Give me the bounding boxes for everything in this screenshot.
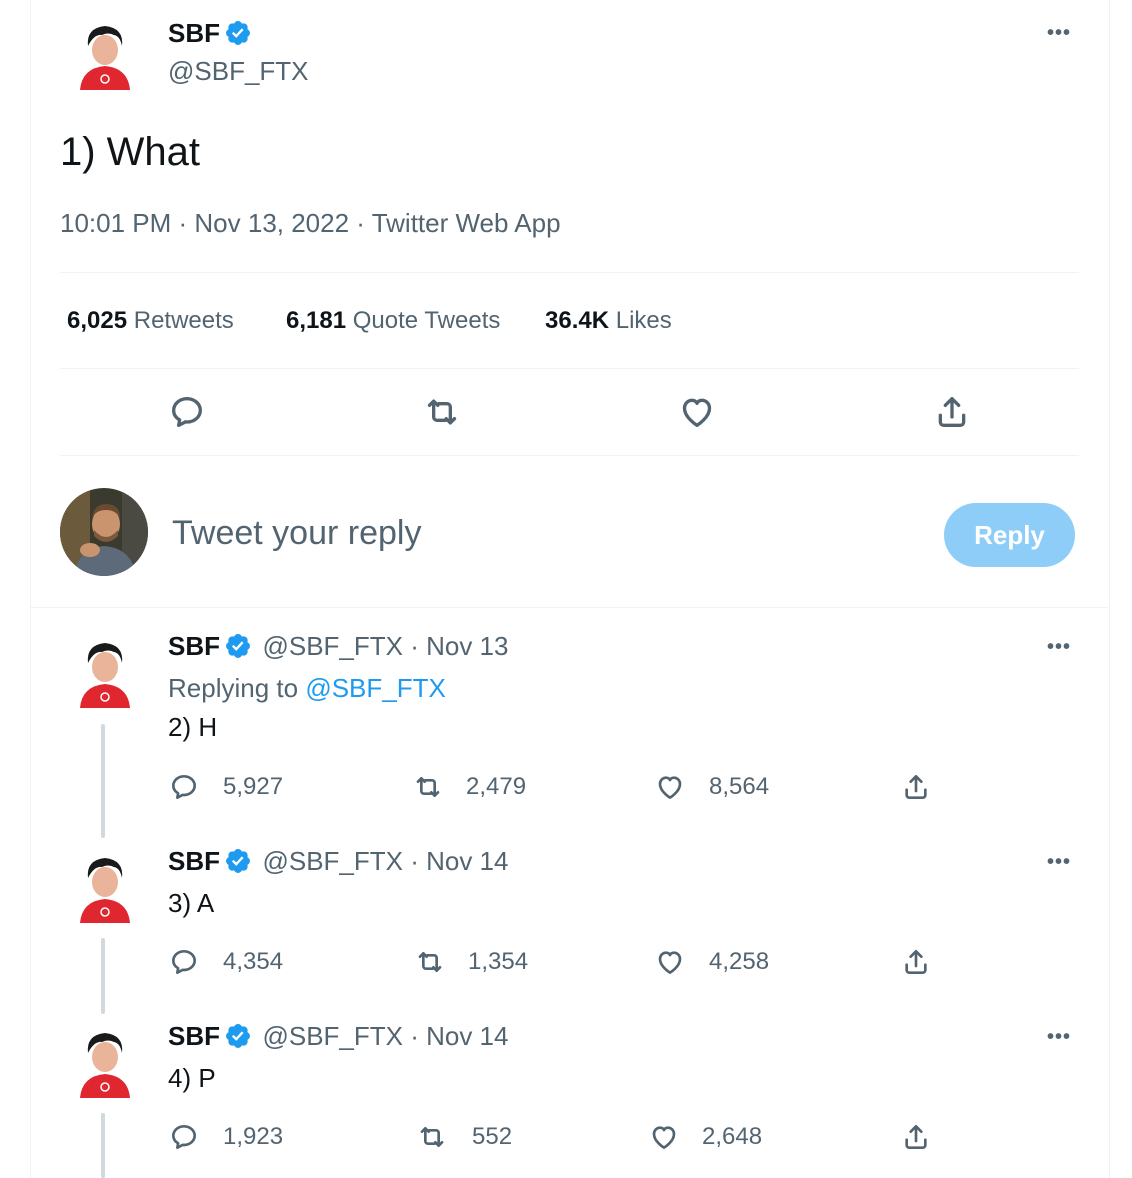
tweet-text: 1) What (60, 130, 201, 174)
divider (60, 455, 1079, 456)
retweet-count: 1,354 (468, 948, 529, 975)
share-icon[interactable] (900, 946, 932, 978)
tweet-thread-panel (30, 0, 1110, 1178)
reply-header: SBF @SBF_FTX · Nov 14 (168, 846, 508, 877)
more-icon[interactable]: ••• (1047, 851, 1071, 874)
reply-input[interactable]: Tweet your reply (172, 514, 421, 553)
like-count: 2,648 (702, 1123, 763, 1150)
likes-stat[interactable]: 36.4K Likes (545, 307, 672, 335)
share-icon[interactable] (900, 771, 932, 803)
verified-badge-icon (226, 1024, 250, 1048)
current-user-avatar[interactable] (60, 488, 148, 576)
like-icon[interactable] (677, 392, 717, 432)
handle-date[interactable]: @SBF_FTX · Nov 14 (262, 1021, 508, 1051)
author-name[interactable]: SBF (168, 1021, 220, 1051)
share-icon[interactable] (932, 392, 972, 432)
reply-icon[interactable] (168, 1121, 200, 1153)
quotes-count: 6,181 (286, 307, 347, 334)
retweet-icon[interactable] (414, 946, 446, 978)
retweets-stat[interactable]: 6,025 Retweets (67, 307, 234, 335)
author-avatar[interactable] (72, 20, 138, 90)
author-name[interactable]: SBF (168, 631, 220, 661)
retweet-icon[interactable] (416, 1121, 448, 1153)
thread-line (101, 724, 105, 838)
author-avatar[interactable] (72, 851, 138, 923)
retweets-label: Retweets (133, 307, 234, 334)
handle-date[interactable]: @SBF_FTX · Nov 13 (262, 631, 508, 661)
divider (60, 368, 1079, 369)
retweet-icon[interactable] (422, 392, 462, 432)
reply-header: SBF @SBF_FTX · Nov 13 (168, 631, 508, 662)
verified-badge-icon (226, 21, 250, 45)
handle-date[interactable]: @SBF_FTX · Nov 14 (262, 846, 508, 876)
author-avatar[interactable] (72, 1026, 138, 1098)
share-icon[interactable] (900, 1121, 932, 1153)
thread-line (101, 938, 105, 1014)
main-author-line: SBF (168, 18, 252, 49)
like-count: 8,564 (709, 773, 770, 800)
verified-badge-icon (226, 849, 250, 873)
author-name[interactable]: SBF (168, 846, 220, 876)
divider (30, 607, 1108, 608)
author-handle[interactable]: @SBF_FTX (168, 56, 309, 87)
retweet-count: 2,479 (466, 773, 527, 800)
more-icon[interactable]: ••• (1047, 1026, 1071, 1049)
verified-badge-icon (226, 634, 250, 658)
likes-count: 36.4K (545, 307, 610, 334)
quote-tweets-stat[interactable]: 6,181 Quote Tweets (286, 307, 500, 335)
reply-icon[interactable] (167, 392, 207, 432)
like-count: 4,258 (709, 948, 770, 975)
quotes-label: Quote Tweets (352, 307, 501, 334)
retweet-icon[interactable] (412, 771, 444, 803)
tweet-text: 2) H (168, 712, 218, 742)
author-name[interactable]: SBF (168, 18, 220, 48)
reply-icon[interactable] (168, 946, 200, 978)
replying-to: Replying to @SBF_FTX (168, 673, 446, 704)
retweet-count: 552 (472, 1123, 513, 1150)
more-icon[interactable]: ••• (1047, 22, 1071, 45)
like-icon[interactable] (654, 771, 686, 803)
replying-to-label: Replying to (168, 673, 306, 703)
more-icon[interactable]: ••• (1047, 636, 1071, 659)
reply-count: 4,354 (223, 948, 284, 975)
thread-line (101, 1113, 105, 1178)
like-icon[interactable] (654, 946, 686, 978)
reply-button[interactable]: Reply (944, 503, 1075, 567)
tweet-text: 3) A (168, 888, 215, 918)
reply-count: 5,927 (223, 773, 284, 800)
like-icon[interactable] (648, 1121, 680, 1153)
reply-header: SBF @SBF_FTX · Nov 14 (168, 1021, 508, 1052)
likes-label: Likes (615, 307, 672, 334)
retweets-count: 6,025 (67, 307, 128, 334)
tweet-text: 4) P (168, 1063, 216, 1093)
divider (60, 272, 1079, 273)
author-avatar[interactable] (72, 636, 138, 708)
replying-to-handle[interactable]: @SBF_FTX (305, 673, 446, 703)
reply-icon[interactable] (168, 771, 200, 803)
tweet-timestamp[interactable]: 10:01 PM · Nov 13, 2022 · Twitter Web Ap… (60, 208, 561, 239)
reply-count: 1,923 (223, 1123, 284, 1150)
